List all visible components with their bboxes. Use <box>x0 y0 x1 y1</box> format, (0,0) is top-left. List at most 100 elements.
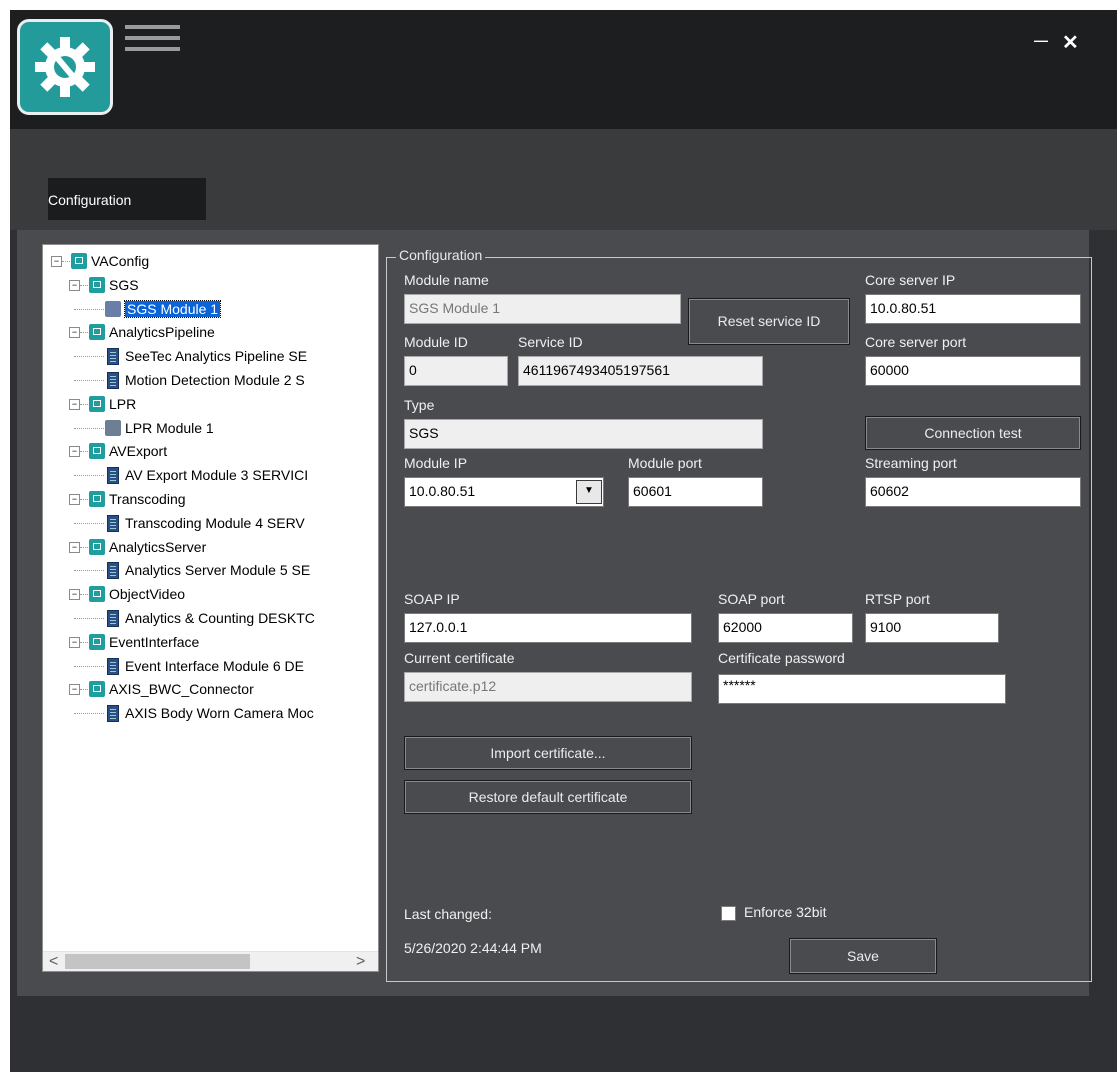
collapse-toggle-icon[interactable]: − <box>69 589 80 601</box>
monitor-icon <box>89 538 105 555</box>
collapse-toggle-icon[interactable]: − <box>69 494 80 505</box>
tree-item[interactable]: LPR Module 1 <box>125 418 214 438</box>
certificate-password-label: Certificate password <box>718 650 845 666</box>
last-changed-value: 5/26/2020 2:44:44 PM <box>404 940 542 956</box>
collapse-toggle-icon[interactable]: − <box>69 398 80 410</box>
tree-item[interactable]: Analytics Server Module 5 SE <box>125 560 310 580</box>
core-server-ip-label: Core server IP <box>865 272 956 288</box>
module-ip-field[interactable]: 10.0.80.51 <box>404 477 604 507</box>
module-name-label: Module name <box>404 272 489 288</box>
module-name-field[interactable]: SGS Module 1 <box>404 294 681 324</box>
restore-default-certificate-button[interactable]: Restore default certificate <box>404 780 692 814</box>
tree-connector <box>74 665 104 667</box>
gear-icon <box>89 491 105 507</box>
tree-item[interactable]: AXIS Body Worn Camera Moc <box>125 703 314 723</box>
tree-item[interactable]: Analytics & Counting DESKTC <box>125 608 315 628</box>
core-server-ip-field[interactable]: 10.0.80.51 <box>865 294 1081 324</box>
current-certificate-field[interactable]: certificate.p12 <box>404 672 692 702</box>
monitor-icon <box>89 443 105 460</box>
tree-item[interactable]: AnalyticsServer <box>109 537 206 557</box>
soap-ip-label: SOAP IP <box>404 591 460 607</box>
soap-port-field[interactable]: 62000 <box>718 613 853 643</box>
hamburger-menu-icon[interactable] <box>125 25 180 61</box>
enforce-32bit-checkbox[interactable] <box>721 906 736 921</box>
server-icon <box>107 348 119 366</box>
tree-item[interactable]: SGS <box>109 275 139 295</box>
tree-item-label: Event Interface Module 6 DE <box>125 657 304 674</box>
collapse-toggle-icon[interactable]: − <box>69 541 80 553</box>
collapse-toggle-icon[interactable]: − <box>69 636 80 648</box>
tree-item[interactable]: Transcoding Module 4 SERV <box>125 513 305 533</box>
runner-icon <box>89 324 105 341</box>
tree-connector <box>80 403 88 405</box>
tree-item[interactable]: SeeTec Analytics Pipeline SE <box>125 346 307 366</box>
collapse-toggle-icon[interactable]: − <box>69 446 80 458</box>
module-port-field[interactable]: 60601 <box>628 477 763 507</box>
tree-item[interactable]: AV Export Module 3 SERVICI <box>125 465 308 485</box>
tree-item[interactable]: AXIS_BWC_Connector <box>109 679 254 699</box>
import-certificate-button[interactable]: Import certificate... <box>404 736 692 770</box>
tree-connector <box>80 594 88 596</box>
tree-item[interactable]: AnalyticsPipeline <box>109 322 215 342</box>
tree-item-label: SGS Module 1 <box>123 299 222 318</box>
horizontal-scrollbar[interactable]: < > <box>43 951 378 971</box>
tree-connector <box>80 546 88 548</box>
tree-item[interactable]: EventInterface <box>109 632 199 652</box>
tree-item-label: EventInterface <box>109 633 200 650</box>
streaming-port-label: Streaming port <box>865 455 957 471</box>
tree-item[interactable]: Motion Detection Module 2 S <box>125 370 305 390</box>
tree-item-label: LPR <box>109 395 137 412</box>
collapse-toggle-icon[interactable]: − <box>69 279 80 291</box>
tree-item-selected[interactable]: SGS Module 1 <box>123 299 222 319</box>
tab-configuration[interactable]: Configuration <box>48 178 206 220</box>
collapse-toggle-icon[interactable]: − <box>69 327 80 339</box>
tree-connector <box>74 475 104 477</box>
tree-item[interactable]: Event Interface Module 6 DE <box>125 656 304 676</box>
tree-connector <box>74 356 104 358</box>
tree-item-label: AnalyticsServer <box>109 538 207 555</box>
minimize-button[interactable]: — <box>1034 32 1048 48</box>
tree-item[interactable]: ObjectVideo <box>109 584 185 604</box>
scroll-thumb[interactable] <box>65 954 250 969</box>
tree-connector <box>62 261 70 262</box>
streaming-port-field[interactable]: 60602 <box>865 477 1081 507</box>
tree-connector <box>80 689 88 691</box>
rtsp-port-field[interactable]: 9100 <box>865 613 999 643</box>
collapse-toggle-icon[interactable]: − <box>69 684 80 696</box>
module-port-label: Module port <box>628 455 702 471</box>
save-button[interactable]: Save <box>789 938 937 974</box>
soap-ip-field[interactable]: 127.0.0.1 <box>404 613 692 643</box>
close-button[interactable]: ✕ <box>1062 30 1079 55</box>
server-icon <box>107 657 119 675</box>
tree-item-label: SeeTec Analytics Pipeline SE <box>125 348 308 365</box>
groupbox-title: Configuration <box>396 247 486 263</box>
tree-item[interactable]: AVExport <box>109 441 167 461</box>
tree-connector <box>80 499 88 500</box>
tree-item[interactable]: LPR <box>109 394 136 414</box>
rtsp-port-label: RTSP port <box>865 591 930 607</box>
module-ip-label: Module IP <box>404 455 468 471</box>
reset-service-id-button[interactable]: Reset service ID <box>688 298 850 345</box>
monitor-icon <box>71 253 87 269</box>
scroll-right-arrow[interactable]: > <box>356 952 365 971</box>
collapse-toggle-icon[interactable]: − <box>51 256 62 267</box>
tree-item-label: AXIS_BWC_Connector <box>109 681 254 698</box>
main-panel: − VAConfig − SGS SGS Module 1− AnalyticsPipel… <box>17 230 1092 996</box>
tree-connector <box>74 380 104 381</box>
module-tree[interactable]: − VAConfig − SGS SGS Module 1− AnalyticsPipel… <box>42 244 379 972</box>
tree-item[interactable]: Transcoding <box>109 489 186 509</box>
type-field[interactable]: SGS <box>404 419 763 449</box>
type-label: Type <box>404 397 435 413</box>
service-id-field[interactable]: 4611967493405197561 <box>518 356 763 386</box>
core-server-port-field[interactable]: 60000 <box>865 356 1081 386</box>
tree-item-label: SGS <box>109 276 139 293</box>
server-icon <box>107 562 119 580</box>
chevron-down-icon[interactable]: ▼ <box>576 480 602 504</box>
certificate-password-field[interactable]: ****** <box>718 674 1006 704</box>
scroll-left-arrow[interactable]: < <box>49 952 58 971</box>
connection-test-button[interactable]: Connection test <box>865 416 1081 450</box>
module-id-field[interactable]: 0 <box>404 356 508 386</box>
tree-item[interactable]: VAConfig <box>91 251 149 271</box>
tree-item-label: LPR Module 1 <box>125 419 214 436</box>
tree-connector <box>80 284 88 286</box>
